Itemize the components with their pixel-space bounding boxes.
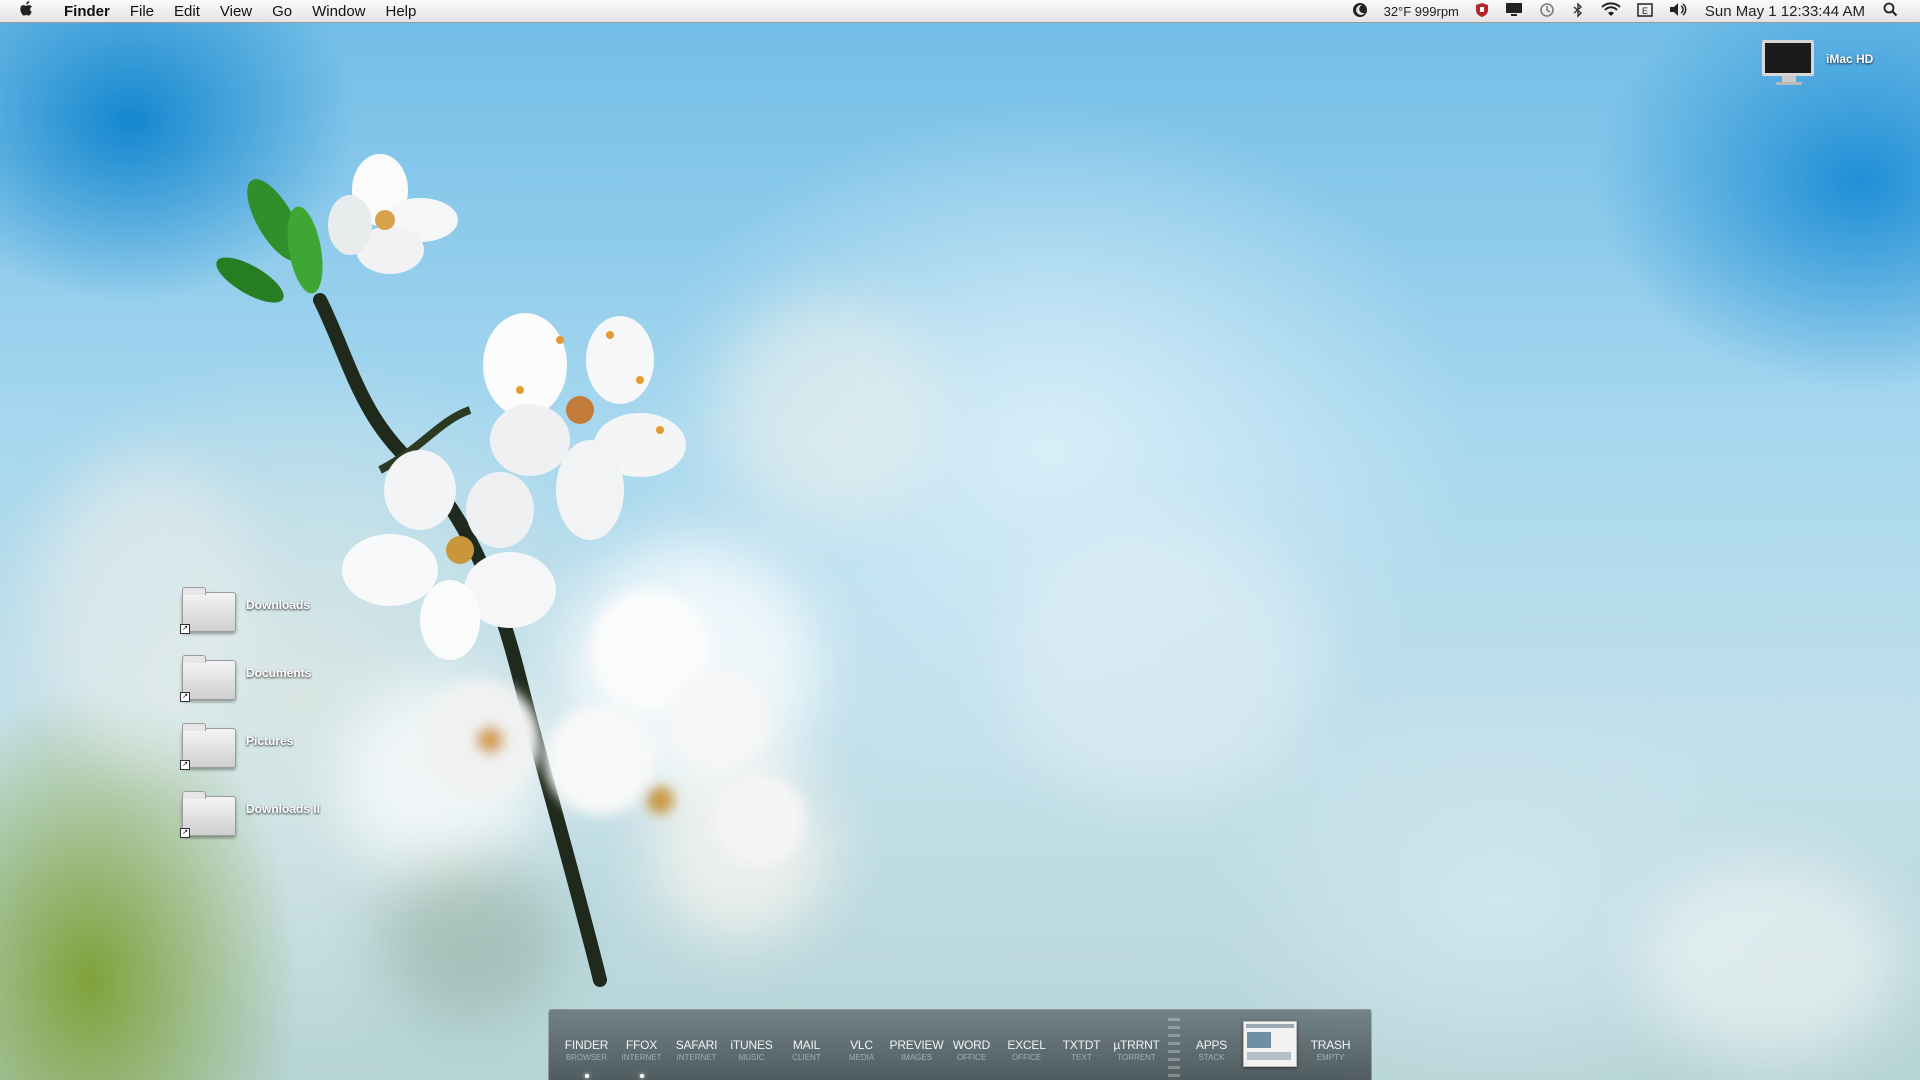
dock-item-sublabel: CLIENT [792,1053,821,1062]
folder-icon [182,723,236,768]
dock-item-sublabel: EMPTY [1316,1053,1345,1062]
dock-item-label: VLC [850,1038,873,1052]
dock-item-label: TRASH [1310,1038,1351,1052]
dock-item-finder[interactable]: FINDER BROWSER [559,1010,614,1078]
status-area: 32°F 999rpm E Sun May 1 12:33:44 AM [1344,1,1920,21]
menu-edit[interactable]: Edit [164,3,210,20]
dock-item-label: µTRRNT [1113,1038,1160,1052]
dock-item-word[interactable]: WORD OFFICE [944,1010,999,1062]
dock-item-label: SAFARI [675,1038,718,1052]
dock-item-trash[interactable]: TRASH EMPTY [1303,1010,1358,1062]
menu-bar: Finder File Edit View Go Window Help 32°… [0,0,1920,23]
folder-label: Downloads [246,598,311,612]
dock-item-label: WORD [952,1038,991,1052]
input-menu-icon[interactable]: E [1629,2,1661,21]
dock-item-textedit[interactable]: TXTDT TEXT [1054,1010,1109,1062]
alias-arrow-icon: ↗ [180,828,190,838]
menu-go[interactable]: Go [262,3,302,20]
dock-item-sublabel: OFFICE [956,1053,987,1062]
drive-label: iMac HD [1826,52,1874,66]
time-machine-icon[interactable] [1531,2,1563,21]
spotlight-icon[interactable] [1875,2,1906,20]
dock-item-sublabel: STACK [1198,1053,1225,1062]
dock-item-label: TXTDT [1062,1038,1101,1052]
dock-item-vlc[interactable]: VLC MEDIA [834,1010,889,1062]
menu-help[interactable]: Help [376,3,427,20]
desktop-drive-imac-hd[interactable]: iMac HD [1762,40,1902,88]
dock-item-safari[interactable]: SAFARI INTERNET [669,1010,724,1062]
dock-item-label: MAIL [792,1038,821,1052]
desktop-wallpaper [0,0,1920,1080]
dock-item-sublabel: INTERNET [621,1053,662,1062]
svg-text:E: E [1642,6,1648,16]
display-icon[interactable] [1497,2,1531,20]
desktop-folder-downloads[interactable]: ↗ Downloads [180,587,380,656]
dock-item-label: FINDER [564,1038,609,1052]
menu-view[interactable]: View [210,3,262,20]
desktop-folder-documents[interactable]: ↗ Documents [180,655,380,724]
folder-label: Documents [246,666,312,680]
dock-item-label: EXCEL [1007,1038,1046,1052]
shield-icon[interactable] [1467,2,1497,21]
dock: FINDER BROWSER FFOX INTERNET SAFARI INTE… [548,1009,1372,1080]
dock-item-label: iTUNES [730,1038,773,1052]
dock-item-preview[interactable]: PREVIEW IMAGES [889,1010,944,1062]
alias-arrow-icon: ↗ [180,624,190,634]
alias-arrow-icon: ↗ [180,692,190,702]
folder-label: Pictures [246,734,294,748]
folder-icon [182,655,236,700]
dock-item-sublabel: IMAGES [900,1053,933,1062]
dock-item-firefox[interactable]: FFOX INTERNET [614,1010,669,1078]
folder-icon [182,587,236,632]
folder-label: Downloads II [246,802,321,816]
imac-drive-icon [1762,40,1814,76]
dock-item-itunes[interactable]: iTUNES MUSIC [724,1010,779,1062]
dock-item-excel[interactable]: EXCEL OFFICE [999,1010,1054,1062]
dock-item-mail[interactable]: MAIL CLIENT [779,1010,834,1062]
dock-minimized-window-thumbnail[interactable] [1243,1021,1297,1067]
dock-item-sublabel: INTERNET [676,1053,717,1062]
alias-arrow-icon: ↗ [180,760,190,770]
blossom-illustration [216,154,805,987]
menu-app-finder[interactable]: Finder [54,3,120,20]
desktop-folder-pictures[interactable]: ↗ Pictures [180,723,380,792]
dock-item-label: APPS [1195,1038,1228,1052]
desktop-folder-list: ↗ Downloads ↗ Documents ↗ Pictures ↗ Dow… [180,587,380,860]
folder-icon [182,791,236,836]
running-indicator [639,1074,644,1078]
dock-item-label: FFOX [625,1038,658,1052]
menubar-clock[interactable]: Sun May 1 12:33:44 AM [1695,3,1875,20]
volume-icon[interactable] [1661,2,1695,20]
dock-item-label: PREVIEW [889,1038,944,1052]
desktop-folder-downloads-ii[interactable]: ↗ Downloads II [180,791,380,860]
wifi-icon[interactable] [1593,2,1629,20]
weather-status-text[interactable]: 32°F 999rpm [1376,4,1467,19]
bluetooth-icon[interactable] [1563,1,1593,21]
dock-item-utorrent[interactable]: µTRRNT TORRENT [1109,1010,1164,1062]
dock-item-sublabel: TORRENT [1117,1053,1156,1062]
dock-item-sublabel: BROWSER [565,1053,608,1062]
menu-file[interactable]: File [120,3,164,20]
dock-item-sublabel: OFFICE [1011,1053,1042,1062]
dock-item-sublabel: MUSIC [738,1053,765,1062]
moon-app-icon[interactable] [1344,2,1376,21]
dock-item-sublabel: TEXT [1071,1053,1092,1062]
dock-item-sublabel: MEDIA [848,1053,875,1062]
apple-menu-icon[interactable] [0,0,54,22]
running-indicator [584,1074,589,1078]
menu-window[interactable]: Window [302,3,375,20]
dock-item-apps-stack[interactable]: APPS STACK [1184,1010,1239,1062]
